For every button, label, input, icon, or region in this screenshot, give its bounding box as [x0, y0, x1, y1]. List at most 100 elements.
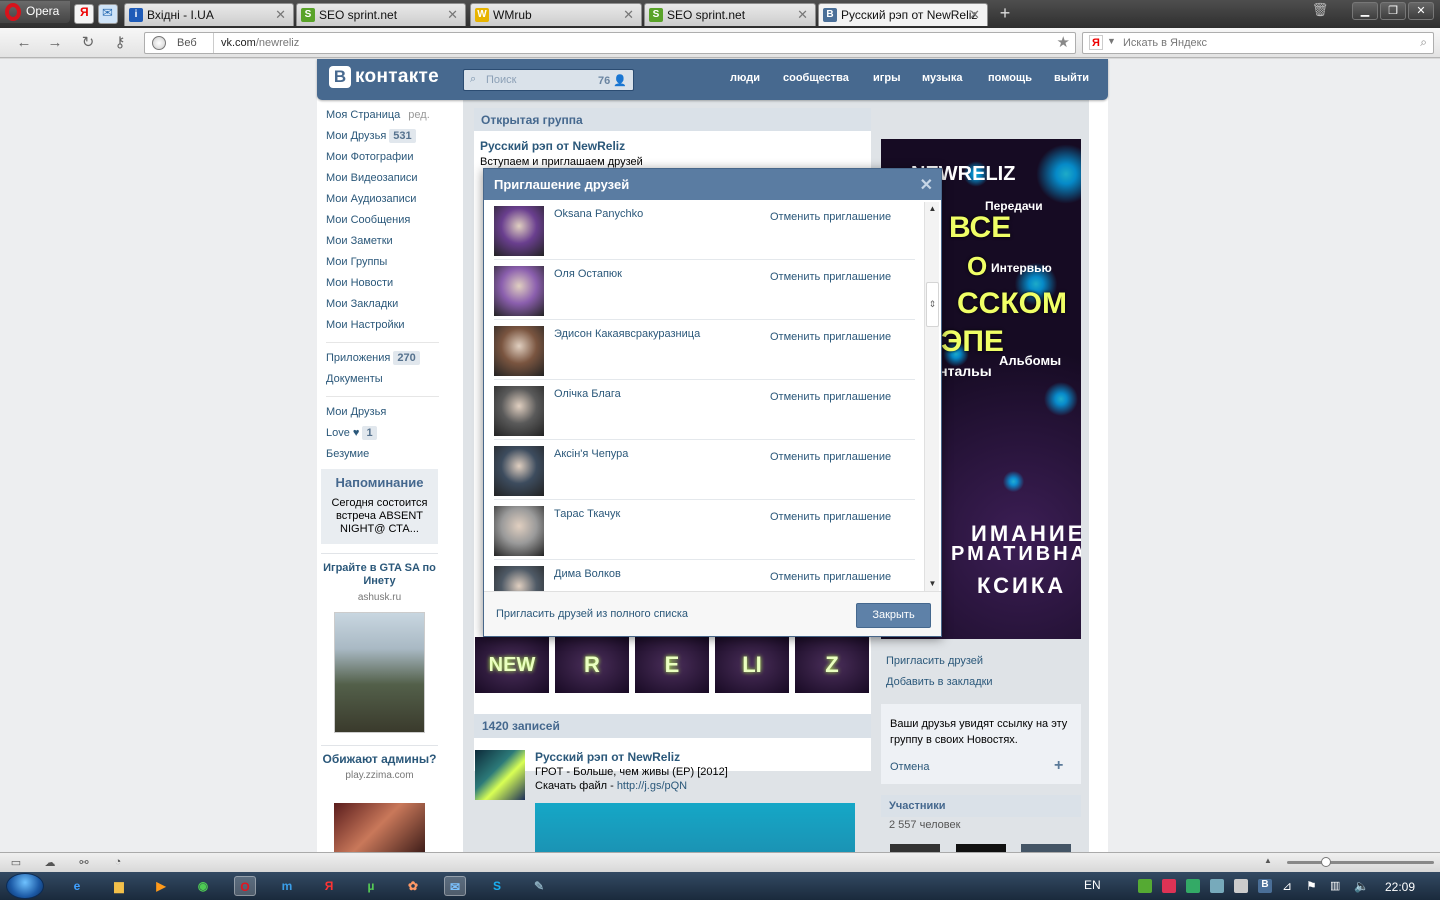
browser-tab[interactable]: S SEO sprint.net ✕: [296, 3, 466, 26]
strip-tile[interactable]: Z: [795, 637, 869, 693]
menu-label[interactable]: Мои Сообщения: [326, 214, 410, 226]
tray-icon[interactable]: [1234, 879, 1248, 893]
menu-label[interactable]: Мои Настройки: [326, 319, 405, 331]
add-bookmark-link[interactable]: Добавить в закладки: [886, 676, 993, 697]
left-menu-item[interactable]: Мои Новости: [326, 275, 446, 296]
close-window-button[interactable]: ✕: [1408, 2, 1434, 20]
member-avatar[interactable]: [890, 844, 940, 852]
maximize-button[interactable]: ❐: [1380, 2, 1406, 20]
left-menu-item[interactable]: Документы: [326, 371, 446, 392]
left-menu-item[interactable]: Мои Группы: [326, 254, 446, 275]
member-avatar[interactable]: [956, 844, 1006, 852]
left-menu-item[interactable]: Мои Фотографии: [326, 149, 446, 170]
post-download-link[interactable]: http://j.gs/pQN: [617, 780, 687, 792]
left-menu-item[interactable]: Безумие: [326, 446, 446, 467]
left-menu-item[interactable]: Приложения 270: [326, 350, 446, 371]
tab-close-icon[interactable]: ✕: [623, 7, 634, 23]
ad-title[interactable]: Обижают админы?: [321, 753, 438, 766]
network-tray-icon[interactable]: ▥: [1330, 879, 1344, 893]
vk-logo-icon[interactable]: В: [329, 66, 351, 88]
clock[interactable]: 22:09: [1385, 880, 1415, 894]
menu-label[interactable]: Мои Фотографии: [326, 151, 413, 163]
flag-tray-icon[interactable]: ⚑: [1306, 879, 1320, 893]
scrollbar-thumb[interactable]: ⇕: [926, 282, 939, 327]
browser-tab[interactable]: i Вхідні - I.UA ✕: [124, 3, 294, 26]
pen-tool-icon[interactable]: ✎: [528, 876, 550, 896]
wall-count-header[interactable]: 1420 записей: [474, 714, 871, 738]
tab-close-icon[interactable]: ✕: [275, 7, 286, 23]
friend-avatar[interactable]: [494, 386, 544, 436]
browser-tab[interactable]: W WMrub ✕: [470, 3, 642, 26]
post-author-avatar[interactable]: [475, 750, 525, 800]
menu-label[interactable]: Мои Новости: [326, 277, 393, 289]
menu-label[interactable]: Мои Заметки: [326, 235, 393, 247]
share-node-icon[interactable]: ⚯: [76, 856, 92, 870]
left-menu-item[interactable]: Мои Закладки: [326, 296, 446, 317]
volume-tray-icon[interactable]: 🔈: [1354, 879, 1369, 893]
friend-avatar[interactable]: [494, 206, 544, 256]
skype-icon[interactable]: S: [486, 876, 508, 896]
reminder-text[interactable]: Сегодня состоится встреча ABSENT NIGHT@ …: [327, 497, 432, 536]
media-player-icon[interactable]: ▶: [150, 876, 172, 896]
nvidia-tray-icon[interactable]: [1186, 879, 1200, 893]
post-author-name[interactable]: Русский рэп от NewReliz: [535, 750, 680, 764]
yandex-taskbar-icon[interactable]: Я: [318, 876, 340, 896]
start-button-icon[interactable]: [6, 873, 44, 899]
menu-label[interactable]: Love ♥: [326, 427, 359, 439]
cancel-invite-link[interactable]: Отменить приглашение: [770, 451, 891, 463]
tray-icon[interactable]: [1138, 879, 1152, 893]
left-menu-item[interactable]: Мои Сообщения: [326, 212, 446, 233]
address-bar[interactable]: Веб vk.com/newreliz ★: [144, 32, 1076, 54]
opera-unite-cloud-icon[interactable]: ☁: [42, 856, 58, 870]
browser-tab[interactable]: B Русский рэп от NewReliz ✕: [818, 3, 988, 26]
browser-tab[interactable]: S SEO sprint.net ✕: [644, 3, 816, 26]
left-menu-item[interactable]: Мои Аудиозаписи: [326, 191, 446, 212]
friend-avatar[interactable]: [494, 326, 544, 376]
ad-block-zzima[interactable]: Обижают админы? play.zzima.com: [321, 753, 438, 782]
friend-avatar[interactable]: [494, 266, 544, 316]
friend-name-link[interactable]: Oksana Panychko: [554, 208, 643, 220]
topnav-link[interactable]: игры: [873, 72, 900, 84]
friend-name-link[interactable]: Олічка Блага: [554, 388, 621, 400]
input-language[interactable]: EN: [1084, 878, 1101, 892]
left-menu-item[interactable]: Мои Друзья 531: [326, 128, 446, 149]
mail-agent-icon[interactable]: ✉: [444, 876, 466, 896]
menu-label[interactable]: Мои Группы: [326, 256, 387, 268]
minimize-button[interactable]: ▁: [1352, 2, 1378, 20]
cancel-invite-link[interactable]: Отменить приглашение: [770, 511, 891, 523]
zoom-slider-track[interactable]: [1287, 861, 1434, 864]
cancel-invite-link[interactable]: Отменить приглашение: [770, 571, 891, 583]
speedometer-icon[interactable]: ◔: [110, 856, 126, 870]
cancel-invite-link[interactable]: Отменить приглашение: [770, 391, 891, 403]
menu-label[interactable]: Мои Друзья: [326, 130, 386, 142]
opera-menu-button[interactable]: Opera: [0, 1, 70, 23]
menu-label[interactable]: Моя Страница: [326, 109, 400, 121]
tab-close-icon[interactable]: ✕: [447, 7, 458, 23]
friend-avatar[interactable]: [494, 446, 544, 496]
internet-explorer-icon[interactable]: e: [66, 876, 88, 896]
cancel-invite-link[interactable]: Отменить приглашение: [770, 211, 891, 223]
explorer-folder-icon[interactable]: ▆: [108, 876, 130, 896]
share-cancel-link[interactable]: Отмена: [890, 761, 929, 773]
friend-avatar[interactable]: [494, 506, 544, 556]
ad-title[interactable]: Играйте в GTA SA по Инету: [321, 562, 438, 588]
friend-name-link[interactable]: Дима Волков: [554, 568, 621, 580]
trash-icon[interactable]: 🗑: [1310, 2, 1330, 20]
zoom-up-icon[interactable]: ▲: [1260, 856, 1276, 870]
ad-image-zzima[interactable]: [334, 803, 425, 852]
strip-tile[interactable]: R: [555, 637, 629, 693]
menu-label[interactable]: Безумие: [326, 448, 369, 460]
topnav-link[interactable]: сообщества: [783, 72, 849, 84]
chrome-icon[interactable]: ◉: [192, 876, 214, 896]
url-text[interactable]: vk.com/newreliz: [221, 37, 299, 49]
ad-block-gta[interactable]: Играйте в GTA SA по Инету ashusk.ru: [321, 562, 438, 603]
zoom-slider-handle[interactable]: [1321, 857, 1331, 867]
strip-tile[interactable]: E: [635, 637, 709, 693]
topnav-link[interactable]: помощь: [988, 72, 1032, 84]
mail-speed-dial-icon[interactable]: ✉: [98, 4, 118, 24]
key-icon[interactable]: ⚷: [110, 33, 130, 53]
post-image[interactable]: [535, 803, 855, 852]
strip-tile[interactable]: LI: [715, 637, 789, 693]
vk-search-input[interactable]: ⌕ Поиск 76 👤: [463, 69, 634, 91]
invite-from-full-list-link[interactable]: Пригласить друзей из полного списка: [496, 608, 688, 620]
